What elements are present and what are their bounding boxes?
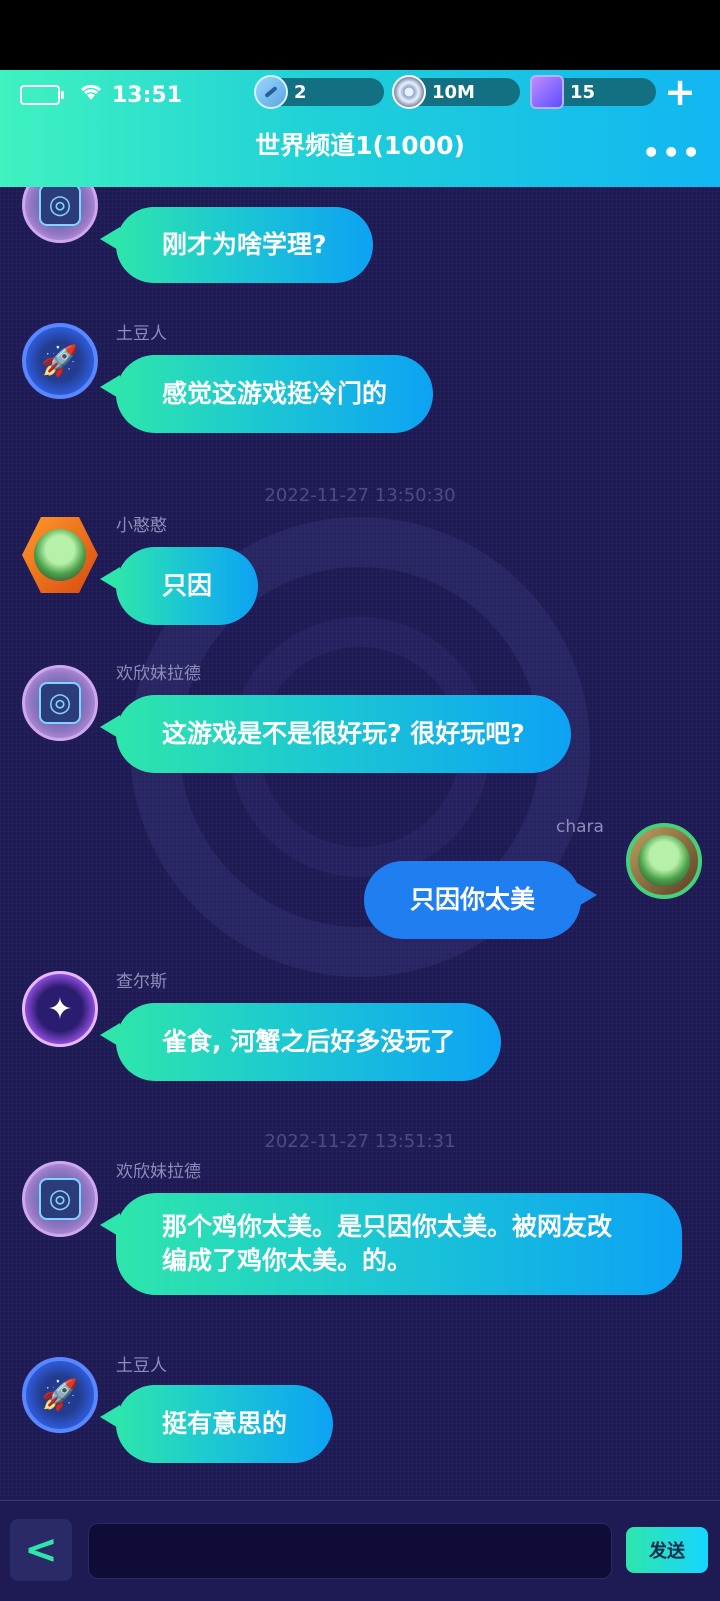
- swirl-icon: ◎: [39, 187, 81, 226]
- wifi-icon: [78, 82, 104, 108]
- message-username: 小憨憨: [116, 516, 167, 536]
- message-bubble[interactable]: 这游戏是不是很好玩? 很好玩吧?: [100, 695, 571, 773]
- more-options-button[interactable]: •••: [642, 136, 702, 169]
- my-avatar[interactable]: [626, 823, 702, 899]
- resource-gem[interactable]: 15: [530, 75, 656, 109]
- message-timestamp: 2022-11-27 13:51:31: [264, 1131, 456, 1152]
- gem-cube-icon: [530, 75, 564, 109]
- character-portrait: [34, 529, 86, 581]
- resource-skateboard-value: 2: [294, 81, 307, 103]
- app-header: 13:51 2 10M 15 + 世界频道1(1000) •••: [0, 70, 720, 187]
- add-resource-button[interactable]: +: [664, 73, 696, 111]
- status-time: 13:51: [112, 82, 183, 108]
- message-bubble[interactable]: 挺有意思的: [99, 1385, 334, 1463]
- user-avatar[interactable]: 🚀: [22, 1357, 98, 1433]
- user-avatar[interactable]: 🚀: [22, 323, 98, 399]
- user-avatar[interactable]: ◎: [22, 1161, 98, 1237]
- resource-skateboard[interactable]: 2: [254, 75, 384, 109]
- resource-gem-value: 15: [570, 81, 596, 103]
- skateboard-icon: [254, 75, 288, 109]
- message-username: 查尔斯: [116, 972, 167, 992]
- back-button[interactable]: <: [10, 1519, 72, 1581]
- rocket-icon: 🚀: [41, 343, 79, 379]
- message-bubble[interactable]: 感觉这游戏挺冷门的: [99, 355, 434, 433]
- chat-footer: < 发送: [0, 1500, 720, 1601]
- channel-title: 世界频道1(1000): [255, 131, 465, 160]
- message-username: 欢欣妹拉德: [116, 1162, 201, 1182]
- send-button[interactable]: 发送: [626, 1527, 708, 1573]
- character-portrait: [638, 835, 690, 887]
- rocket-icon: 🚀: [41, 1377, 79, 1413]
- battery-icon: [20, 85, 64, 105]
- message-bubble[interactable]: 只因: [99, 547, 259, 625]
- resource-coin[interactable]: 10M: [392, 75, 520, 109]
- status-bar: 13:51: [20, 80, 182, 110]
- message-username: 土豆人: [116, 1356, 167, 1376]
- coin-icon: [392, 75, 426, 109]
- chat-area[interactable]: ◎ 刚才为啥学理? 🚀 土豆人 感觉这游戏挺冷门的 2022-11-27 13:…: [0, 187, 720, 1500]
- message-username: 欢欣妹拉德: [116, 664, 201, 684]
- swirl-icon: ◎: [39, 1178, 81, 1220]
- swirl-icon: ◎: [39, 682, 81, 724]
- user-avatar[interactable]: ◎: [22, 665, 98, 741]
- user-avatar[interactable]: ◎: [22, 187, 98, 243]
- message-bubble[interactable]: 刚才为啥学理?: [100, 207, 373, 283]
- my-message-bubble[interactable]: 只因你太美: [364, 861, 598, 939]
- message-username: 土豆人: [116, 324, 167, 344]
- top-black-bar: [0, 0, 720, 70]
- user-avatar[interactable]: [22, 517, 98, 593]
- message-input[interactable]: [88, 1523, 612, 1579]
- message-username: chara: [556, 817, 604, 837]
- resource-coin-value: 10M: [432, 81, 475, 103]
- message-timestamp: 2022-11-27 13:50:30: [264, 485, 456, 506]
- message-bubble[interactable]: 那个鸡你太美。是只因你太美。被网友改编成了鸡你太美。的。: [100, 1193, 682, 1295]
- emblem-icon: ✦: [47, 991, 73, 1027]
- message-bubble[interactable]: 雀食, 河蟹之后好多没玩了: [99, 1003, 502, 1081]
- user-avatar[interactable]: ✦: [22, 971, 98, 1047]
